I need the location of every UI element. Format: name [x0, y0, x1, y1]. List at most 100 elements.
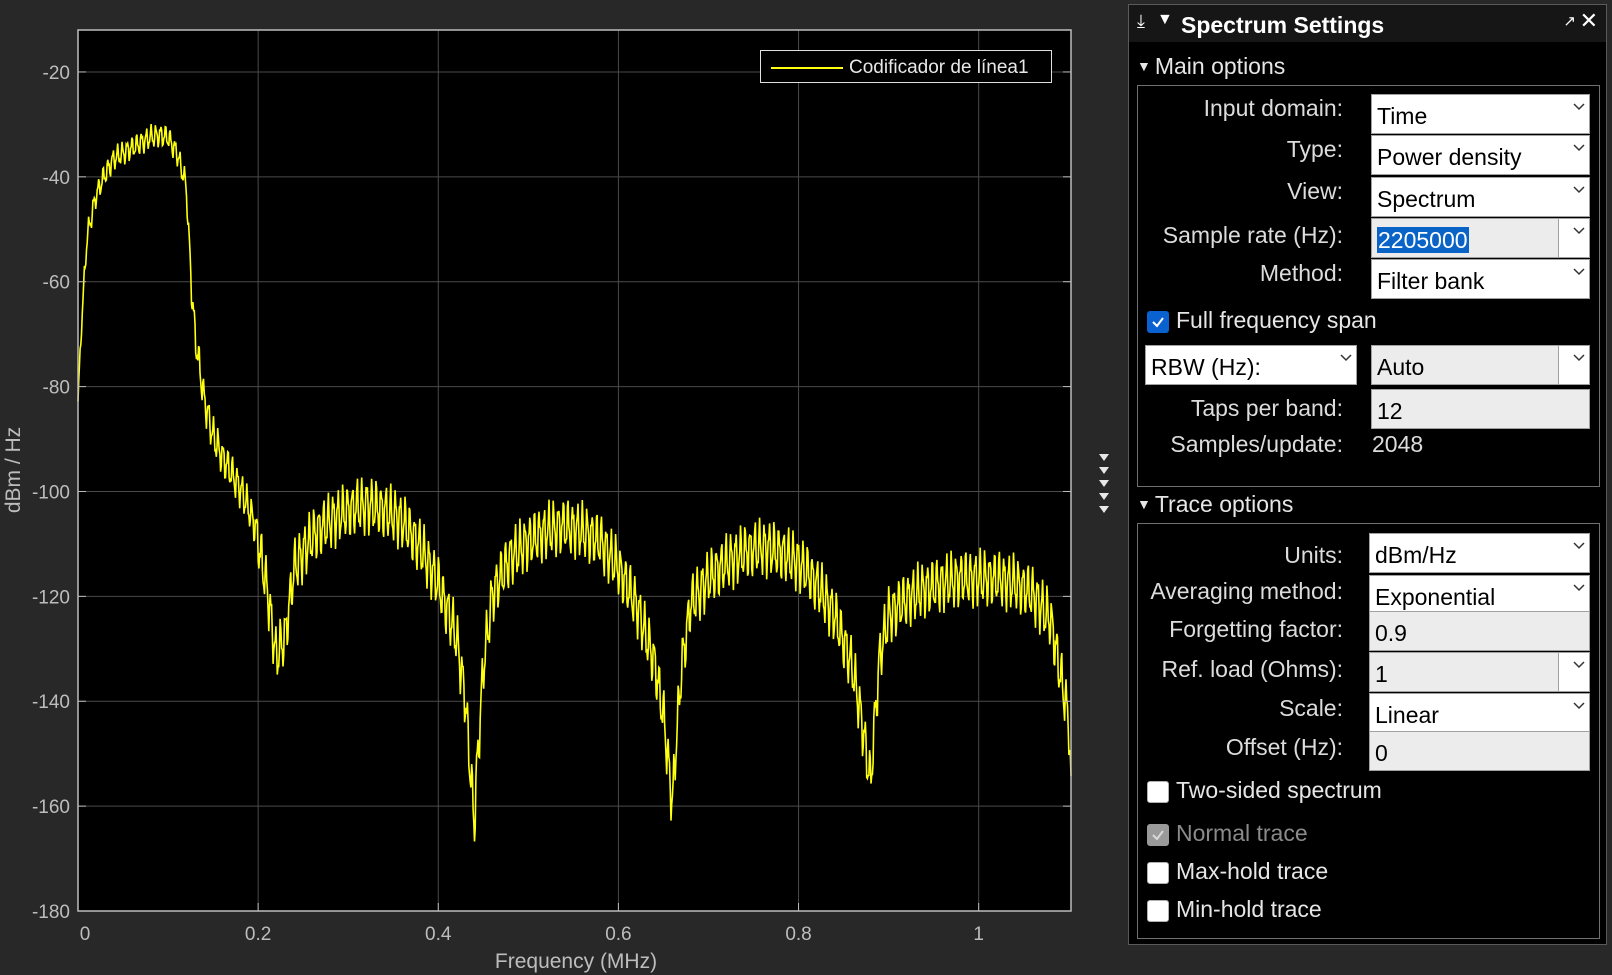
- chevron-down-icon[interactable]: [1573, 227, 1585, 237]
- two-sided-spectrum-checkbox[interactable]: [1147, 781, 1169, 803]
- splitter-arrow-icon: [1099, 454, 1109, 461]
- x-axis-label: Frequency (MHz): [495, 950, 657, 973]
- type-select[interactable]: Power density: [1371, 135, 1590, 175]
- x-tick-label: 0.8: [785, 924, 811, 945]
- legend-swatch: [771, 67, 843, 69]
- forgetting-factor-input[interactable]: 0.9: [1369, 611, 1590, 651]
- expand-triangle-icon: ▼: [1137, 496, 1151, 512]
- method-value: Filter bank: [1377, 268, 1485, 294]
- check-icon: [1152, 317, 1164, 328]
- scale-value: Linear: [1375, 702, 1439, 728]
- max-hold-trace-checkbox[interactable]: [1147, 862, 1169, 884]
- samples-update-value: 2048: [1372, 431, 1424, 457]
- input-domain-label: Input domain:: [1203, 95, 1343, 121]
- chevron-down-icon: [1340, 354, 1352, 364]
- y-tick-label: -140: [32, 692, 70, 713]
- y-tick-label: -160: [32, 797, 70, 818]
- normal-trace-label: Normal trace: [1176, 820, 1308, 846]
- trace-options-header-label: Trace options: [1154, 491, 1294, 517]
- plot-background: [78, 30, 1071, 911]
- chevron-down-icon[interactable]: [1573, 661, 1585, 671]
- main-options-header[interactable]: ▼ Main options: [1137, 53, 1285, 80]
- undock-icon[interactable]: ↗: [1563, 12, 1576, 30]
- x-tick-label: 0.2: [245, 924, 271, 945]
- y-tick-label: -120: [32, 587, 70, 608]
- ref-load-value: 1: [1375, 661, 1388, 687]
- method-label: Method:: [1259, 260, 1343, 286]
- panel-title: Spectrum Settings: [1181, 12, 1385, 38]
- x-tick-label: 0.4: [425, 924, 452, 945]
- pin-icon[interactable]: ⤓: [1137, 11, 1145, 32]
- sample-rate-label: Sample rate (Hz):: [1162, 222, 1343, 248]
- taps-per-band-input[interactable]: 12: [1371, 389, 1590, 429]
- samples-update-label: Samples/update:: [1170, 431, 1343, 457]
- averaging-method-value: Exponential: [1375, 584, 1496, 610]
- taps-per-band-label: Taps per band:: [1190, 395, 1343, 421]
- rbw-input[interactable]: Auto: [1372, 346, 1559, 384]
- min-hold-trace-label: Min-hold trace: [1176, 896, 1322, 922]
- units-value: dBm/Hz: [1375, 542, 1457, 568]
- view-label: View:: [1287, 178, 1343, 204]
- taps-per-band-value: 12: [1377, 398, 1403, 424]
- two-sided-spectrum-label: Two-sided spectrum: [1176, 777, 1382, 803]
- type-label: Type:: [1286, 136, 1343, 162]
- spectrum-chart: 0 0.2 0.4 0.6 0.8 1 -20 -40 -60 -80 -100 -120 -140 -1…: [2, 29, 1072, 973]
- offset-value: 0: [1375, 740, 1388, 766]
- chevron-down-icon: [1573, 268, 1585, 278]
- y-axis-label: dBm / Hz: [2, 427, 25, 513]
- close-icon[interactable]: ✕: [1580, 8, 1598, 34]
- averaging-method-select[interactable]: Exponential: [1369, 575, 1590, 615]
- splitter-arrow-icon: [1099, 480, 1109, 487]
- y-tick-label: -100: [32, 482, 70, 503]
- x-tick-label: 0: [80, 924, 91, 945]
- chevron-down-icon[interactable]: [1573, 354, 1585, 364]
- units-select[interactable]: dBm/Hz: [1369, 533, 1590, 573]
- full-frequency-span-label: Full frequency span: [1176, 307, 1377, 333]
- chevron-down-icon: [1573, 144, 1585, 154]
- rbw-mode-select[interactable]: RBW (Hz):: [1145, 345, 1357, 385]
- legend[interactable]: Codificador de línea1: [760, 50, 1052, 83]
- y-tick-label: -60: [43, 273, 70, 294]
- scale-select[interactable]: Linear: [1369, 693, 1590, 733]
- trace-options-header[interactable]: ▼ Trace options: [1137, 491, 1293, 518]
- method-select[interactable]: Filter bank: [1371, 259, 1590, 299]
- sample-rate-value: 2205000: [1377, 227, 1469, 253]
- scale-label: Scale:: [1279, 695, 1343, 721]
- y-tick-label: -20: [43, 63, 70, 84]
- normal-trace-checkbox: [1147, 824, 1169, 846]
- type-value: Power density: [1377, 144, 1522, 170]
- forgetting-factor-value: 0.9: [1375, 620, 1407, 646]
- chevron-down-icon: [1573, 186, 1585, 196]
- spectrum-plot[interactable]: 0 0.2 0.4 0.6 0.8 1 -20 -40 -60 -80 -100 -120 -140 -1…: [0, 0, 1100, 975]
- units-label: Units:: [1284, 542, 1343, 568]
- view-value: Spectrum: [1377, 186, 1476, 212]
- rbw-combobox[interactable]: Auto: [1371, 345, 1590, 385]
- full-frequency-span-checkbox[interactable]: [1147, 311, 1169, 333]
- splitter-arrow-icon: [1099, 467, 1109, 474]
- main-options-header-label: Main options: [1154, 53, 1286, 79]
- chevron-down-icon: [1573, 584, 1585, 594]
- offset-input[interactable]: 0: [1369, 731, 1590, 771]
- sample-rate-input[interactable]: 2205000: [1372, 219, 1559, 257]
- x-tick-label: 0.6: [605, 924, 631, 945]
- forgetting-factor-label: Forgetting factor:: [1169, 616, 1343, 642]
- ref-load-input[interactable]: 1: [1370, 653, 1559, 691]
- x-tick-label: 1: [973, 924, 984, 945]
- collapse-triangle-icon[interactable]: ▼: [1157, 11, 1173, 29]
- chevron-down-icon: [1573, 702, 1585, 712]
- legend-entry: Codificador de línea1: [849, 57, 1029, 78]
- ref-load-combobox[interactable]: 1: [1369, 652, 1590, 692]
- view-select[interactable]: Spectrum: [1371, 177, 1590, 217]
- panel-title-bar: ⤓ ▼ Spectrum Settings ↗ ✕: [1129, 5, 1606, 42]
- input-domain-select[interactable]: Time: [1371, 94, 1590, 134]
- min-hold-trace-checkbox[interactable]: [1147, 900, 1169, 922]
- sample-rate-combobox[interactable]: 2205000: [1371, 218, 1590, 258]
- max-hold-trace-label: Max-hold trace: [1176, 858, 1329, 884]
- input-domain-value: Time: [1377, 103, 1428, 129]
- chevron-down-icon: [1573, 103, 1585, 113]
- y-tick-label: -80: [43, 378, 70, 399]
- panel-splitter-handle[interactable]: [1098, 452, 1110, 528]
- y-tick-label: -40: [43, 168, 70, 189]
- rbw-value: Auto: [1377, 354, 1425, 380]
- y-tick-label: -180: [32, 902, 70, 923]
